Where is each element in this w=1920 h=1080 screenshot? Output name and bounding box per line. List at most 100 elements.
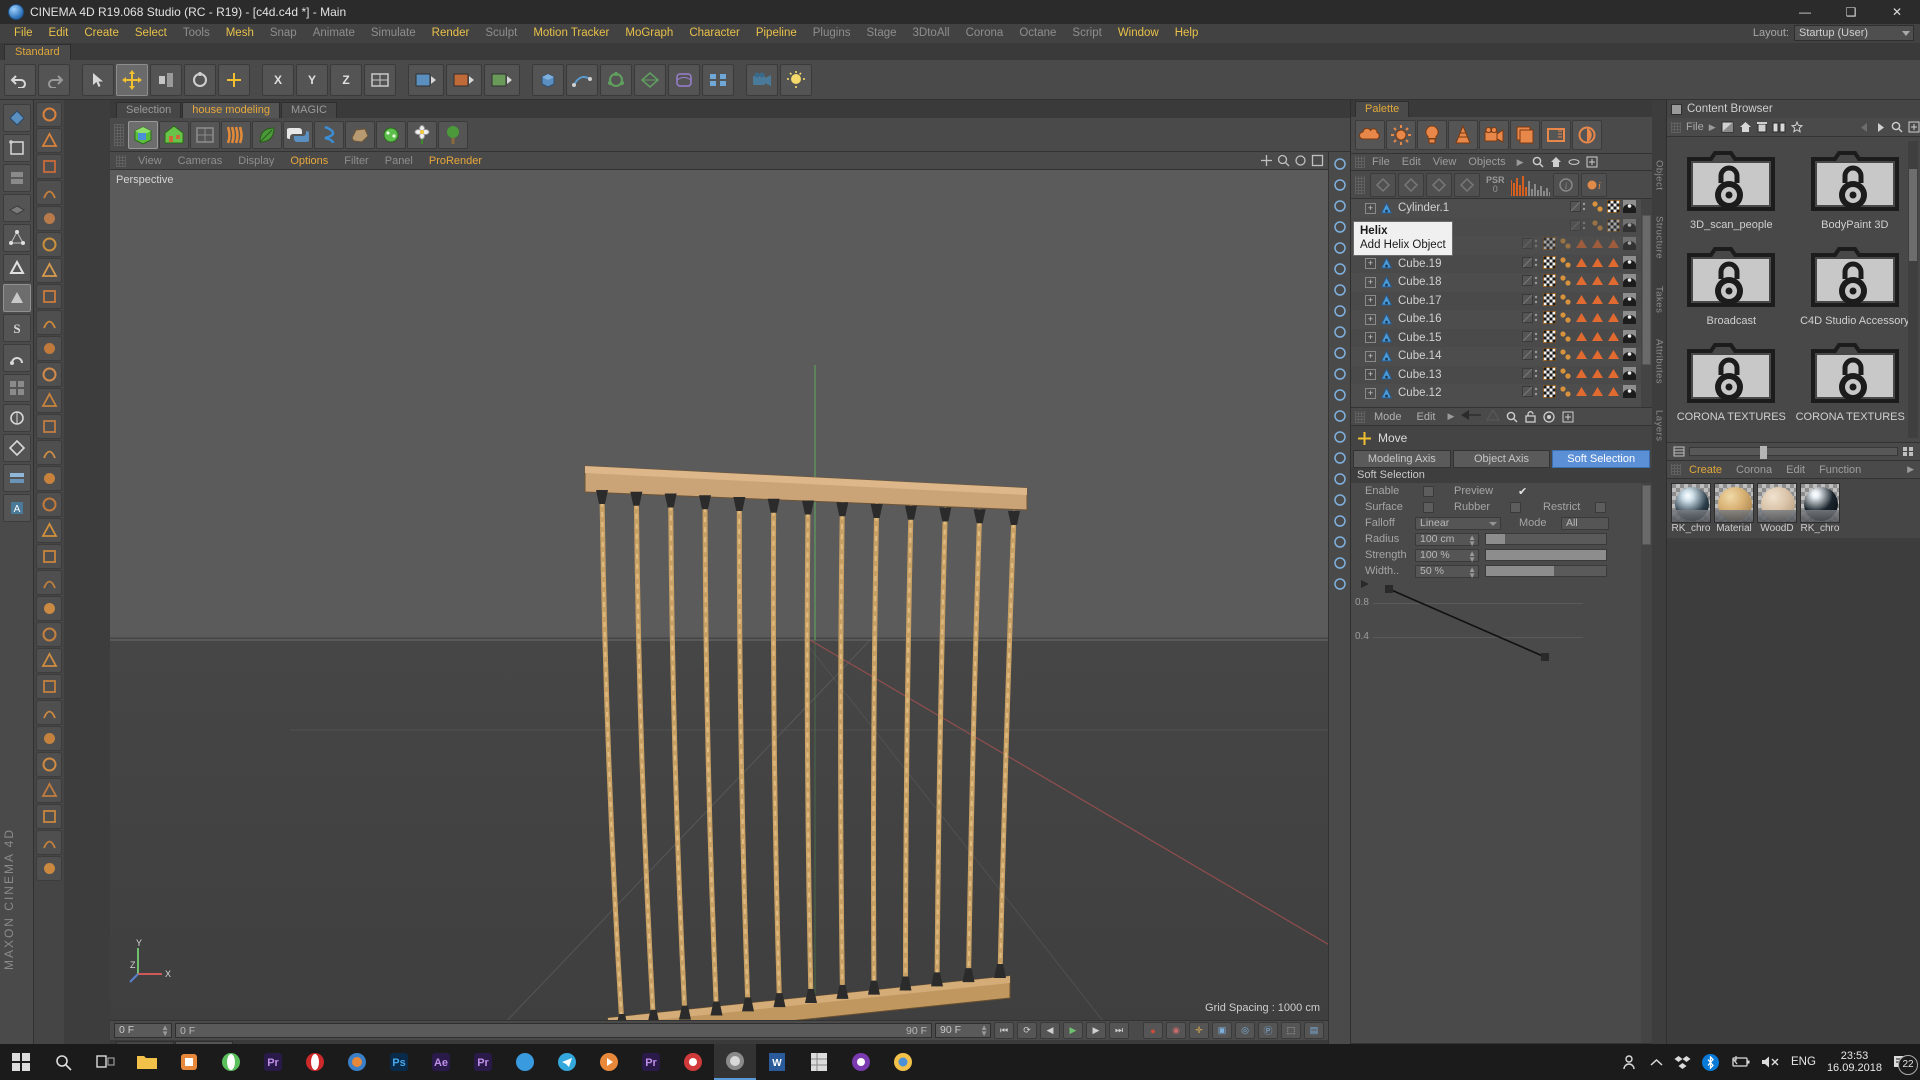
viewport-menu-view[interactable]: View (130, 155, 170, 167)
side-tool-1-button[interactable] (36, 102, 62, 127)
expand-toggle-icon[interactable]: + (1365, 258, 1376, 270)
expand-toggle-icon[interactable]: + (1365, 350, 1376, 362)
visibility-dots-icon[interactable] (1522, 237, 1540, 253)
goto-end-button[interactable]: ⏭ (1109, 1022, 1129, 1039)
checker-tag-icon[interactable] (1543, 274, 1556, 290)
side-tool-27-button[interactable] (36, 778, 62, 803)
dodge-icon[interactable] (1331, 470, 1349, 488)
grip-handle-icon[interactable] (114, 123, 124, 146)
object-row[interactable]: + Cube.13 (1351, 365, 1652, 384)
material-info-icon[interactable]: i (1580, 172, 1607, 197)
tri-tag-icon[interactable] (1607, 367, 1620, 383)
preview-checkbox[interactable]: ✔ (1518, 485, 1527, 498)
menu-item-select[interactable]: Select (127, 24, 175, 43)
side-tool-14-button[interactable] (36, 440, 62, 465)
menu-item-corona[interactable]: Corona (958, 24, 1012, 43)
close-button[interactable]: ✕ (1874, 0, 1920, 24)
taskbar-photoshop-button[interactable]: Ps (378, 1044, 420, 1080)
phong-tag-icon[interactable] (1559, 330, 1572, 346)
play-button[interactable]: ▶ (1063, 1022, 1083, 1039)
home-icon[interactable] (1739, 121, 1752, 133)
phong-tag-icon[interactable] (1559, 293, 1572, 309)
spinner-icon[interactable]: ▲▼ (980, 1024, 988, 1038)
strength-field[interactable]: 100 % ▲ ▼ (1415, 548, 1479, 563)
skin-tag-icon[interactable] (1623, 237, 1636, 253)
attr-menu-edit[interactable]: Edit (1411, 411, 1442, 423)
checker-tag-icon[interactable] (1543, 348, 1556, 364)
zoom-icon[interactable] (1331, 554, 1349, 572)
docked-label-layers[interactable]: Layers (1654, 410, 1665, 442)
list-view-icon[interactable] (1673, 446, 1685, 457)
thumbnail-size-slider[interactable] (1689, 446, 1898, 459)
brush-icon[interactable] (1331, 176, 1349, 194)
phong-tag-icon[interactable] (1559, 348, 1572, 364)
chevron-right-icon[interactable]: ▶ (1517, 157, 1524, 168)
tri-tag-icon[interactable] (1607, 293, 1620, 309)
rotate-tool-button[interactable] (184, 63, 216, 96)
skin-tag-icon[interactable] (1623, 292, 1636, 309)
side-tool-4-button[interactable] (36, 180, 62, 205)
task-view-button[interactable] (84, 1044, 126, 1080)
menu-item-create[interactable]: Create (76, 24, 127, 43)
flower-button[interactable] (407, 120, 437, 149)
light-object-button[interactable] (1417, 120, 1447, 150)
material-list[interactable]: RK_chro Material WoodD RK_chro (1667, 479, 1920, 538)
loop-button[interactable]: ⟳ (1017, 1022, 1037, 1039)
scene-tab-magic[interactable]: MAGIC (280, 102, 337, 118)
menu-item-octane[interactable]: Octane (1011, 24, 1064, 43)
object-row[interactable]: + Cube.19 (1351, 254, 1652, 273)
grid-snap-button[interactable] (2, 404, 31, 432)
transform-plus-button[interactable] (218, 63, 250, 96)
render-region-button[interactable] (446, 63, 482, 96)
key-position-button[interactable]: ▣ (1212, 1022, 1232, 1039)
object-row[interactable]: + Cube.12 (1351, 384, 1652, 403)
side-tool-25-button[interactable] (36, 726, 62, 751)
menu-item-character[interactable]: Character (681, 24, 748, 43)
side-tool-16-button[interactable] (36, 492, 62, 517)
object-tags[interactable] (1522, 366, 1652, 383)
visibility-dots-icon[interactable] (1570, 219, 1588, 235)
battery-icon[interactable] (1730, 1055, 1750, 1069)
visibility-dots-icon[interactable] (1522, 330, 1540, 346)
side-tool-6-button[interactable] (36, 232, 62, 257)
content-browser-scrollbar[interactable] (1908, 141, 1918, 438)
side-tool-26-button[interactable] (36, 752, 62, 777)
lasso-icon[interactable] (1331, 386, 1349, 404)
polygon-mode-button[interactable] (2, 284, 31, 312)
taskbar-c4d-active-button[interactable] (714, 1044, 756, 1080)
cube-primitive-button[interactable] (532, 63, 564, 96)
scrollbar-thumb[interactable] (1909, 169, 1917, 261)
home-icon[interactable] (1550, 156, 1562, 168)
side-tool-15-button[interactable] (36, 466, 62, 491)
attribute-scrollbar[interactable] (1641, 483, 1652, 1043)
surface-checkbox[interactable] (1423, 501, 1434, 513)
menu-item-plugins[interactable]: Plugins (805, 24, 859, 43)
tri-tag-icon[interactable] (1591, 237, 1604, 253)
virus-button[interactable] (376, 120, 406, 149)
phong-tag-icon[interactable] (1559, 274, 1572, 290)
grip-handle-icon[interactable] (1355, 175, 1365, 194)
smudge-icon[interactable] (1331, 218, 1349, 236)
array-generator-button[interactable] (600, 63, 632, 96)
menu-item-file[interactable]: File (6, 24, 41, 43)
skin-tag-icon[interactable] (1623, 366, 1636, 383)
start-button[interactable] (0, 1044, 42, 1080)
menu-item-render[interactable]: Render (424, 24, 478, 43)
side-tool-22-button[interactable] (36, 648, 62, 673)
tree-button[interactable] (438, 120, 468, 149)
tri-tag-icon[interactable] (1575, 311, 1588, 327)
spinner-icon[interactable]: ▲▼ (161, 1024, 169, 1038)
skin-tag-icon[interactable] (1623, 329, 1636, 346)
phong-tag-icon[interactable] (1559, 256, 1572, 272)
viewport-menu-panel[interactable]: Panel (377, 155, 421, 167)
star-icon[interactable] (1331, 344, 1349, 362)
checker-tag-icon[interactable] (1543, 237, 1556, 253)
key-rotation-button[interactable]: Ⓟ (1258, 1022, 1278, 1039)
rotate-view-icon[interactable] (1294, 154, 1307, 167)
material-item[interactable]: Material (1714, 483, 1754, 534)
checker-tag-icon[interactable] (1543, 385, 1556, 401)
visibility-dots-icon[interactable] (1570, 200, 1588, 216)
menu-item-stage[interactable]: Stage (858, 24, 904, 43)
viewport-menu-filter[interactable]: Filter (336, 155, 376, 167)
floor-object-button[interactable] (1541, 120, 1571, 150)
